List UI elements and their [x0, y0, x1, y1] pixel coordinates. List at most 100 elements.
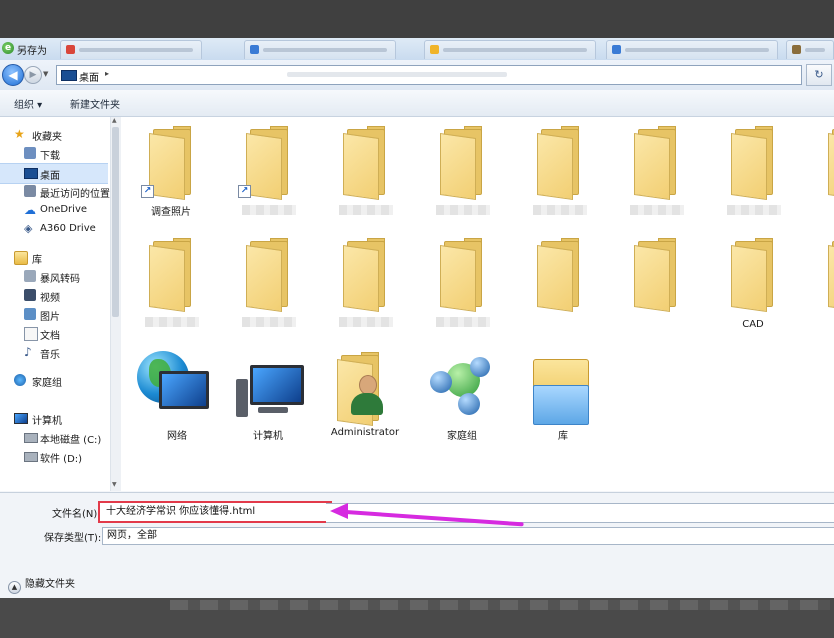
- folder-item[interactable]: [616, 235, 696, 335]
- tab-favicon-icon: [792, 45, 801, 54]
- sidebar-item-videos[interactable]: 视频: [0, 286, 108, 305]
- refresh-icon[interactable]: ↻: [806, 64, 832, 86]
- scroll-up-icon[interactable]: ▲: [112, 117, 117, 124]
- sidebar-item-label: 收藏夹: [32, 132, 62, 143]
- sidebar-item-baofeng[interactable]: 暴风转码: [0, 267, 108, 286]
- sidebar-item-computer[interactable]: 计算机: [0, 409, 108, 428]
- folder-icon: [537, 126, 587, 201]
- computer-item[interactable]: 计算机: [228, 349, 308, 449]
- user-folder-item[interactable]: Administrator: [325, 349, 405, 449]
- sidebar-item-onedrive[interactable]: ☁ OneDrive: [0, 201, 108, 220]
- folder-item[interactable]: [228, 235, 308, 335]
- background-tab[interactable]: [606, 40, 778, 59]
- folder-item[interactable]: CAD: [713, 235, 793, 335]
- sidebar-item-a360[interactable]: ◈ A360 Drive: [0, 220, 108, 239]
- sidebar-item-label: 图片: [40, 312, 60, 323]
- computer-monitor-icon: [250, 365, 304, 405]
- folder-icon: [343, 238, 393, 313]
- sidebar-item-homegroup[interactable]: 家庭组: [0, 371, 108, 390]
- sidebar-item-local-disk[interactable]: 本地磁盘 (C:): [0, 428, 108, 447]
- folder-item[interactable]: [519, 235, 599, 335]
- organize-button[interactable]: 组织 ▾: [14, 96, 42, 111]
- sidebar-scrollbar[interactable]: ▲ ▼: [110, 117, 121, 491]
- filename-field[interactable]: 十大经济学常识 你应该懂得.html: [98, 501, 332, 523]
- desktop-folder-icon: [61, 70, 77, 81]
- dialog-title: 另存为: [17, 46, 47, 57]
- background-tab[interactable]: [786, 40, 834, 59]
- folder-item[interactable]: [519, 123, 599, 223]
- address-path[interactable]: 桌面: [79, 69, 99, 84]
- folder-item[interactable]: [810, 123, 834, 223]
- folder-icon: [731, 126, 781, 201]
- star-icon: ★: [14, 127, 25, 141]
- redacted-label: [242, 205, 296, 215]
- scroll-down-icon[interactable]: ▼: [112, 481, 117, 488]
- sidebar-item-label: 下载: [40, 151, 60, 162]
- navigation-pane: ★ 收藏夹 下载 桌面 最近访问的位置 ☁ OneDrive ◈ A360 Dr…: [0, 117, 110, 491]
- library-item[interactable]: 库: [519, 349, 599, 449]
- redacted-label: [339, 317, 393, 327]
- tab-favicon-icon: [66, 45, 75, 54]
- folder-item[interactable]: ↗: [228, 123, 308, 223]
- redacted-label: [436, 205, 490, 215]
- back-arrow-icon[interactable]: ◀: [2, 64, 24, 86]
- sidebar-item-label: A360 Drive: [40, 223, 96, 234]
- folder-icon: [149, 238, 199, 313]
- folder-icon: [731, 238, 781, 313]
- redacted-label: [339, 205, 393, 215]
- sidebar-item-label: 库: [32, 255, 42, 266]
- sidebar-item-downloads[interactable]: 下载: [0, 144, 108, 163]
- breadcrumb-chevron-icon[interactable]: ▸: [105, 69, 109, 78]
- sidebar-item-software-drive[interactable]: 软件 (D:): [0, 447, 108, 466]
- folder-icon: [343, 126, 393, 201]
- tab-favicon-icon: [612, 45, 621, 54]
- document-icon: [24, 327, 38, 341]
- sidebar-item-pictures[interactable]: 图片: [0, 305, 108, 324]
- recent-locations-dropdown-icon[interactable]: ▼: [43, 70, 48, 78]
- item-label: 库: [558, 431, 568, 442]
- background-tab[interactable]: [60, 40, 202, 59]
- folder-item[interactable]: [131, 235, 211, 335]
- music-note-icon: ♪: [24, 345, 32, 359]
- a360-drive-icon: ◈: [24, 222, 33, 235]
- folder-item[interactable]: [810, 235, 834, 335]
- folder-icon: [246, 126, 296, 201]
- sidebar-item-label: 文档: [40, 331, 60, 342]
- folder-item[interactable]: [713, 123, 793, 223]
- hide-folders-button[interactable]: ▲ 隐藏文件夹: [8, 575, 75, 594]
- address-bar[interactable]: 桌面 ▸: [56, 65, 802, 85]
- sidebar-item-documents[interactable]: 文档: [0, 324, 108, 343]
- background-tab[interactable]: [424, 40, 596, 59]
- savetype-select[interactable]: 网页，全部: [102, 527, 834, 545]
- new-folder-button[interactable]: 新建文件夹: [70, 96, 120, 111]
- sidebar-item-recent[interactable]: 最近访问的位置: [0, 182, 110, 201]
- folder-item[interactable]: [616, 123, 696, 223]
- sidebar-item-libraries[interactable]: 库: [0, 248, 108, 267]
- homegroup-item[interactable]: 家庭组: [422, 349, 502, 449]
- library-folder-icon: [24, 270, 36, 282]
- scrollbar-thumb[interactable]: [112, 127, 119, 317]
- sidebar-item-label: 视频: [40, 293, 60, 304]
- sidebar-item-label: 本地磁盘 (C:): [40, 435, 102, 446]
- sidebar-item-music[interactable]: ♪ 音乐: [0, 343, 108, 362]
- screen-bottom-background: [0, 598, 834, 638]
- folder-item[interactable]: ↗ 调查照片: [131, 123, 211, 223]
- sidebar-item-favorites[interactable]: ★ 收藏夹: [0, 125, 108, 144]
- hide-folders-label: 隐藏文件夹: [25, 579, 75, 590]
- filename-label: 文件名(N):: [52, 509, 101, 520]
- item-label: 网络: [167, 431, 187, 442]
- folder-item[interactable]: [325, 123, 405, 223]
- background-tab[interactable]: [244, 40, 396, 59]
- folder-item[interactable]: [422, 123, 502, 223]
- forward-arrow-icon[interactable]: ▶: [24, 66, 42, 84]
- folder-item[interactable]: [325, 235, 405, 335]
- redacted-label: [727, 205, 781, 215]
- sidebar-item-desktop[interactable]: 桌面: [0, 163, 108, 184]
- folder-item[interactable]: [422, 235, 502, 335]
- library-icon: [14, 251, 28, 265]
- video-icon: [24, 289, 36, 301]
- item-label: 家庭组: [447, 431, 477, 442]
- network-item[interactable]: 网络: [133, 349, 213, 449]
- computer-icon: [14, 413, 28, 424]
- cloud-icon: ☁: [24, 203, 36, 217]
